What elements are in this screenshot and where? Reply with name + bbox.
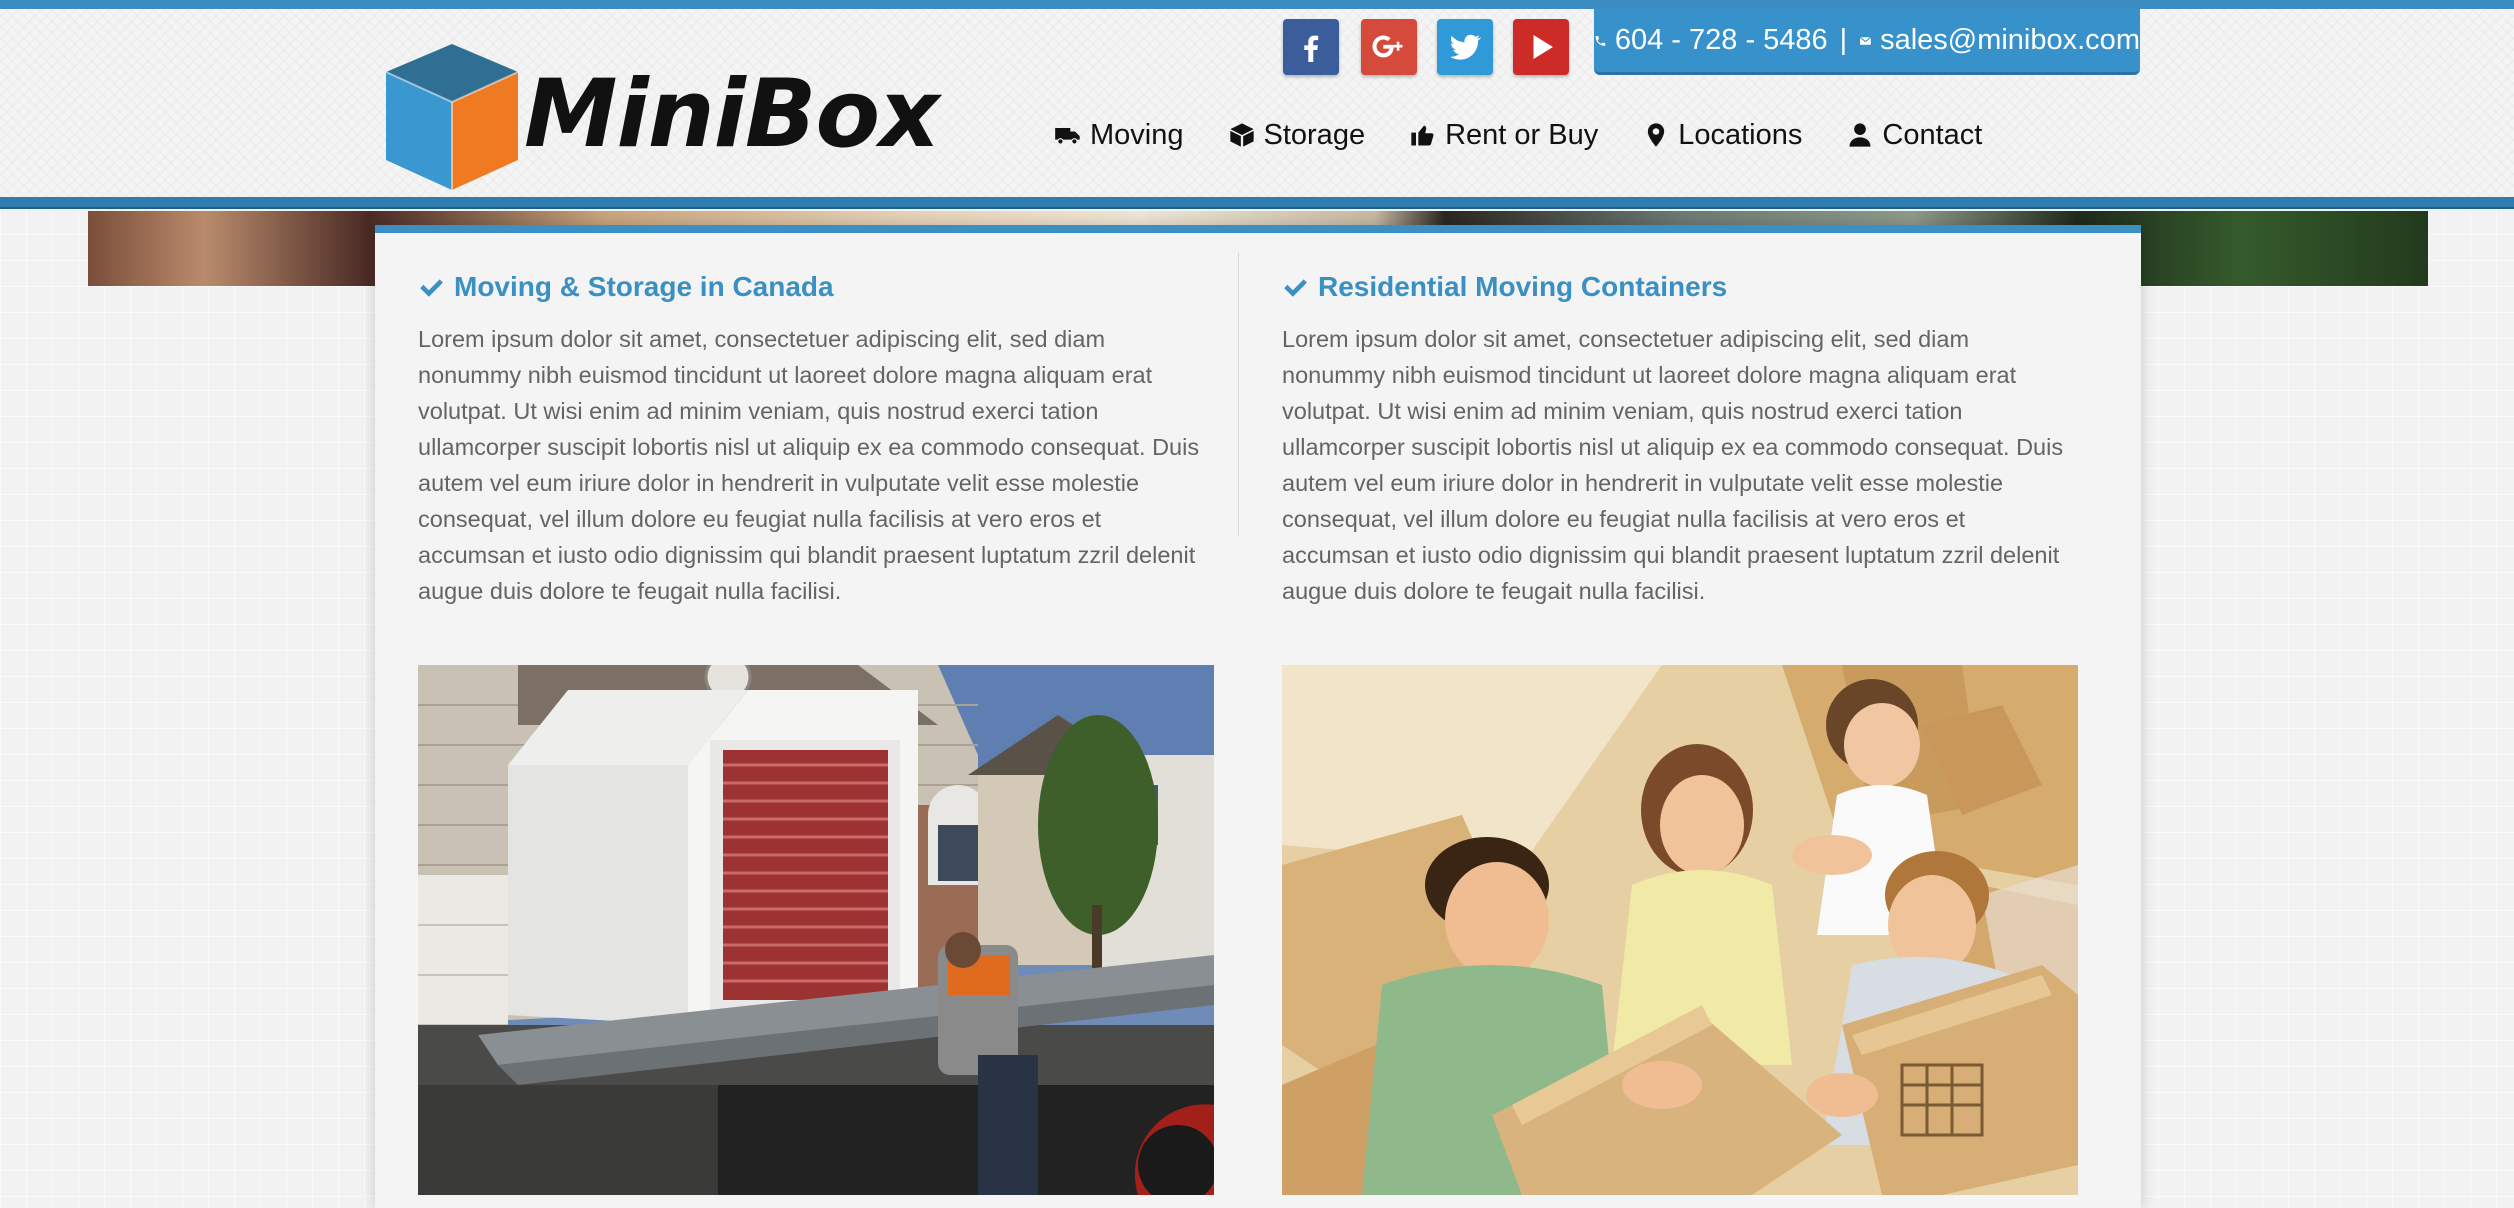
section-body-text: Lorem ipsum dolor sit amet, consectetuer… — [418, 326, 1200, 604]
logo-cube-icon[interactable] — [384, 42, 520, 192]
checkmark-icon — [420, 279, 443, 297]
twitter-icon — [1450, 34, 1482, 60]
truck-icon — [1055, 128, 1080, 145]
section-title-text: Moving & Storage in Canada — [454, 271, 834, 302]
section-body-text: Lorem ipsum dolor sit amet, consectetuer… — [1282, 326, 2064, 604]
nav-item-moving[interactable]: Moving — [1054, 119, 1184, 152]
facebook-icon — [1304, 35, 1319, 62]
google-plus-button[interactable] — [1361, 19, 1417, 75]
envelope-icon — [1859, 36, 1872, 45]
nav-label: Locations — [1678, 118, 1803, 151]
nav-item-contact[interactable]: Contact — [1846, 119, 1982, 152]
content-card: Moving & Storage in Canada Lorem ipsum d… — [375, 225, 2141, 1208]
nav-item-locations[interactable]: Locations — [1642, 119, 1802, 152]
google-plus-icon — [1372, 35, 1403, 58]
facebook-button[interactable] — [1283, 19, 1339, 75]
top-accent-bar — [0, 0, 2514, 9]
moving-container-photo — [418, 665, 1214, 1195]
section-moving-storage: Moving & Storage in Canada Lorem ipsum d… — [418, 233, 1214, 609]
thumbs-up-icon — [1411, 125, 1434, 146]
brand-logo-text[interactable]: MiniBox — [524, 60, 940, 170]
contact-info-bar: 604 - 728 - 5486 | sales@minibox.com — [1594, 9, 2140, 75]
family-moving-boxes-photo — [1282, 665, 2078, 1195]
section-title[interactable]: Moving & Storage in Canada — [418, 267, 1214, 307]
contact-separator: | — [1839, 24, 1848, 56]
column-divider — [1238, 253, 1239, 536]
nav-label: Storage — [1263, 118, 1366, 151]
email-address[interactable]: sales@minibox.com — [1880, 24, 2140, 57]
checkmark-icon — [1284, 279, 1307, 297]
youtube-icon — [1533, 35, 1553, 59]
nav-item-storage[interactable]: Storage — [1228, 118, 1366, 152]
section-title-text: Residential Moving Containers — [1318, 271, 1728, 302]
phone-number[interactable]: 604 - 728 - 5486 — [1615, 24, 1828, 57]
section-title[interactable]: Residential Moving Containers — [1282, 267, 2078, 307]
section-residential-containers: Residential Moving Containers Lorem ipsu… — [1282, 233, 2078, 609]
user-icon — [1849, 123, 1871, 147]
nav-label: Contact — [1882, 118, 1983, 151]
nav-label: Moving — [1090, 118, 1184, 151]
main-navigation: Moving Storage Rent or Buy Locations Con… — [1054, 113, 2026, 157]
nav-item-rent-or-buy[interactable]: Rent or Buy — [1409, 119, 1598, 152]
cube-icon — [1229, 123, 1254, 147]
phone-icon — [1595, 35, 1606, 46]
youtube-button[interactable] — [1513, 19, 1569, 75]
nav-label: Rent or Buy — [1445, 118, 1599, 151]
twitter-button[interactable] — [1437, 19, 1493, 75]
header-bottom-border — [0, 197, 2514, 209]
map-marker-icon — [1648, 123, 1665, 147]
